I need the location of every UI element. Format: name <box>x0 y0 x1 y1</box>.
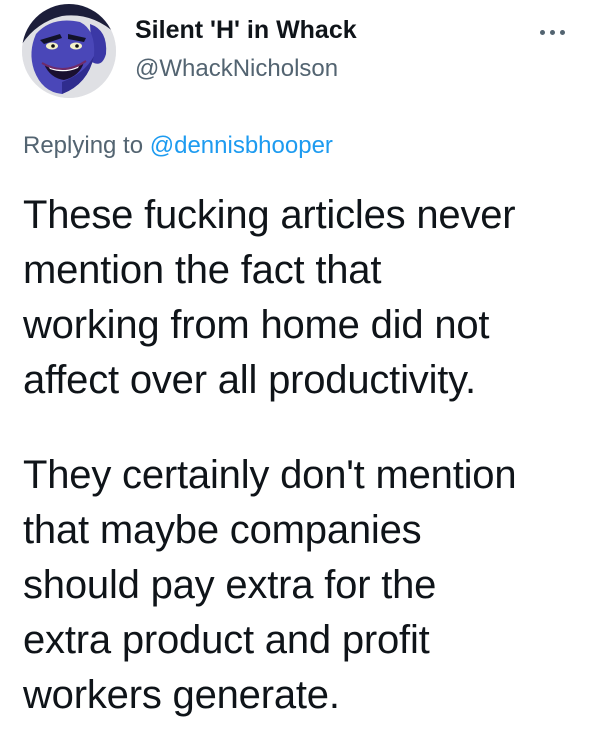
more-options-button[interactable] <box>528 20 576 44</box>
tweet-text-line: mention the fact that <box>23 248 382 292</box>
tweet-text-line: that maybe companies <box>23 508 422 552</box>
tweet-paragraph: They certainly don't mention that maybe … <box>23 448 583 723</box>
author-handle[interactable]: @WhackNicholson <box>135 55 338 83</box>
tweet-text-line: should pay extra for the <box>23 563 437 607</box>
tweet-text-line: affect over all productivity. <box>23 358 476 402</box>
tweet-text-line: workers generate. <box>23 673 340 717</box>
more-horizontal-icon <box>539 29 545 35</box>
tweet-text-line: extra product and profit <box>23 618 430 662</box>
tweet-text-line: They certainly don't mention <box>23 453 517 497</box>
replying-to-label: Replying to <box>23 132 144 159</box>
tweet-card: Silent 'H' in Whack @WhackNicholson Repl… <box>0 0 599 730</box>
cartoon-villain-avatar-icon <box>22 4 116 98</box>
replying-to-line: Replying to @dennisbhooper <box>23 132 333 160</box>
tweet-paragraph: These fucking articles never mention the… <box>23 188 583 408</box>
avatar[interactable] <box>22 4 116 98</box>
tweet-text-line: working from home did not <box>23 303 490 347</box>
more-horizontal-icon-dot <box>559 29 565 35</box>
author-display-name[interactable]: Silent 'H' in Whack <box>135 16 357 45</box>
tweet-text-line: These fucking articles never <box>23 193 516 237</box>
more-horizontal-icon-dot <box>549 29 555 35</box>
reply-mention-link[interactable]: @dennisbhooper <box>150 132 333 159</box>
